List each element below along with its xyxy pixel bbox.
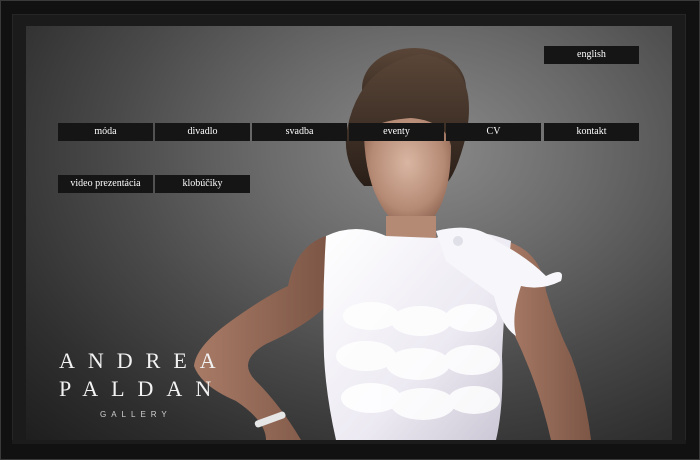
nav-item-video-prezentacia[interactable]: video prezentácia [58, 175, 153, 193]
hero-stage: english móda divadlo svadba eventy CV ko… [26, 26, 672, 440]
bottom-border [12, 440, 686, 444]
nav-item-moda[interactable]: móda [58, 123, 153, 141]
logo-name-first: ANDREA [59, 348, 229, 373]
nav-item-kontakt[interactable]: kontakt [544, 123, 639, 141]
logo-gallery-label: GALLERY [100, 410, 172, 419]
logo-name-last: PALDAN [59, 376, 225, 401]
nav-item-svadba[interactable]: svadba [252, 123, 347, 141]
language-english-button[interactable]: english [544, 46, 639, 64]
nav-item-klobuciky[interactable]: klobúčiky [155, 175, 250, 193]
nav-item-cv[interactable]: CV [446, 123, 541, 141]
nav-item-divadlo[interactable]: divadlo [155, 123, 250, 141]
nav-item-eventy[interactable]: eventy [349, 123, 444, 141]
